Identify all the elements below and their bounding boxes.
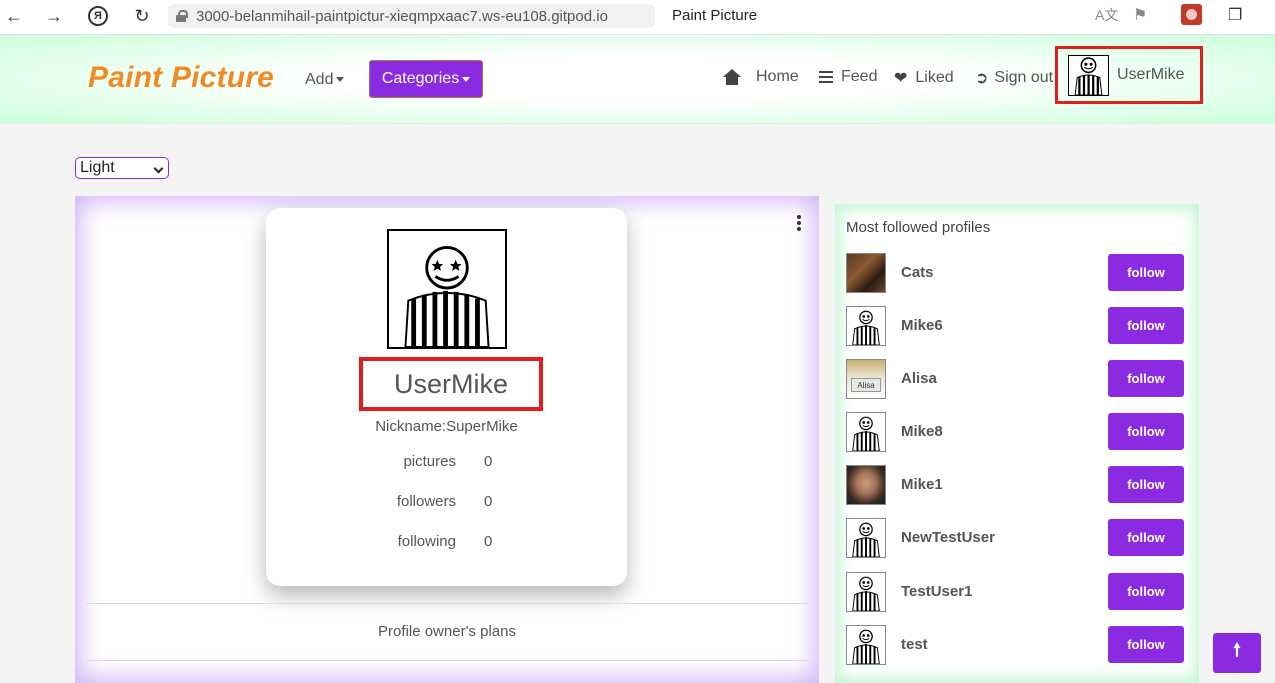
follow-button[interactable]: follow xyxy=(1108,413,1184,450)
sidebar-profile-name[interactable]: Mike8 xyxy=(901,423,943,440)
sidebar-profile-row: Mike6 follow xyxy=(846,306,1184,346)
follow-button[interactable]: follow xyxy=(1108,254,1184,291)
nav-user-profile[interactable]: UserMike xyxy=(1055,46,1203,104)
sidebar-profile-name[interactable]: Cats xyxy=(901,264,934,281)
nav-sign-out-label: Sign out xyxy=(994,69,1054,86)
sidebar-profile-row: Mike8 follow xyxy=(846,412,1184,452)
follow-button[interactable]: follow xyxy=(1108,360,1184,397)
cat-photo-avatar[interactable] xyxy=(846,253,886,293)
user-avatar xyxy=(1068,54,1109,96)
lock-icon xyxy=(176,10,188,22)
caret-down-icon xyxy=(336,77,345,83)
site-navbar: Paint Picture Add Categories Home Feed ❤… xyxy=(0,35,1275,124)
url-text: 3000-belanmihail-paintpictur-xieqmpxaac7… xyxy=(196,7,608,25)
nav-liked-label: Liked xyxy=(915,69,954,86)
sidebar-title: Most followed profiles xyxy=(846,219,991,236)
home-icon xyxy=(723,69,741,85)
nav-home-label: Home xyxy=(756,68,799,85)
follow-button[interactable]: follow xyxy=(1108,573,1184,610)
default-avatar[interactable] xyxy=(846,306,886,346)
default-avatar[interactable] xyxy=(846,412,886,452)
back-arrow-icon[interactable]: ← xyxy=(0,2,28,30)
alisa-photo-avatar[interactable]: Alisa xyxy=(846,359,886,399)
stat-label: followers xyxy=(396,493,456,510)
sign-out-icon: ➲ xyxy=(975,70,989,87)
nav-sign-out[interactable]: ➲ Sign out xyxy=(975,68,1053,88)
sidebar-profile-name[interactable]: Mike6 xyxy=(901,317,943,334)
stat-value: 0 xyxy=(484,453,493,470)
alisa-tag: Alisa xyxy=(851,378,881,392)
stat-value: 0 xyxy=(484,533,493,550)
default-avatar[interactable] xyxy=(846,625,886,665)
address-bar[interactable]: 3000-belanmihail-paintpictur-xieqmpxaac7… xyxy=(168,4,655,28)
stat-value: 0 xyxy=(484,493,493,510)
nav-feed[interactable]: Feed xyxy=(819,68,877,86)
brand-logo[interactable]: Paint Picture xyxy=(88,61,274,95)
sidebar-profile-row: NewTestUser follow xyxy=(846,518,1184,558)
scroll-to-top-button[interactable]: 🠕 xyxy=(1213,633,1261,673)
add-label: Add xyxy=(305,71,334,88)
sidebar-profile-name[interactable]: test xyxy=(901,636,928,653)
profile-nickname: Nickname:SuperMike xyxy=(375,418,518,435)
categories-dropdown-button[interactable]: Categories xyxy=(369,60,483,98)
follow-button[interactable]: follow xyxy=(1108,626,1184,663)
default-avatar[interactable] xyxy=(846,518,886,558)
sidebar-profile-name[interactable]: Alisa xyxy=(901,370,937,387)
nav-home[interactable]: Home xyxy=(723,68,799,86)
sidebar-profile-name[interactable]: TestUser1 xyxy=(901,583,972,600)
profile-card: UserMike Nickname:SuperMike pictures 0 f… xyxy=(266,208,627,586)
divider xyxy=(86,660,808,661)
profile-panel: UserMike Nickname:SuperMike pictures 0 f… xyxy=(75,196,819,683)
follow-button[interactable]: follow xyxy=(1108,466,1184,503)
collections-icon[interactable]: ❐ xyxy=(1228,5,1242,25)
most-followed-sidebar: Most followed profiles Cats follow Mike6 fo… xyxy=(835,204,1199,683)
profile-plans-label: Profile owner's plans xyxy=(378,623,516,640)
profile-avatar xyxy=(387,229,507,349)
sidebar-profile-row: Cats follow xyxy=(846,253,1184,293)
nav-username: UserMike xyxy=(1117,66,1185,83)
nav-liked[interactable]: ❤ Liked xyxy=(894,68,954,88)
yandex-icon[interactable]: Я xyxy=(84,2,112,30)
add-dropdown[interactable]: Add xyxy=(305,71,345,89)
sidebar-profile-name[interactable]: Mike1 xyxy=(901,476,943,493)
caret-down-icon xyxy=(462,76,471,82)
follow-button[interactable]: follow xyxy=(1108,307,1184,344)
divider xyxy=(86,603,808,604)
follow-button[interactable]: follow xyxy=(1108,519,1184,556)
browser-toolbar: ← → Я ↻ 3000-belanmihail-paintpictur-xie… xyxy=(0,0,1275,35)
extension-icon[interactable] xyxy=(1181,4,1202,25)
sidebar-profile-row: Alisa Alisa follow xyxy=(846,359,1184,399)
sidebar-profile-row: TestUser1 follow xyxy=(846,572,1184,612)
chevron-down-icon xyxy=(153,163,164,174)
forward-arrow-icon[interactable]: → xyxy=(40,2,68,30)
stat-label: pictures xyxy=(403,453,456,470)
categories-label: Categories xyxy=(381,70,460,87)
sidebar-profile-row: Mike1 follow xyxy=(846,465,1184,505)
theme-select-value: Light xyxy=(80,159,115,176)
reload-icon[interactable]: ↻ xyxy=(128,2,156,30)
sidebar-profile-row: test follow xyxy=(846,625,1184,665)
default-avatar[interactable] xyxy=(846,572,886,612)
nav-feed-label: Feed xyxy=(841,68,878,85)
stat-label: following xyxy=(397,533,456,550)
page-title: Paint Picture xyxy=(672,7,758,24)
translate-icon[interactable]: A文 xyxy=(1095,5,1118,25)
theme-select[interactable]: Light xyxy=(75,157,169,179)
profile-name: UserMike xyxy=(393,368,508,399)
more-options-icon[interactable] xyxy=(797,215,801,233)
bars-icon xyxy=(819,71,833,83)
profile-name-box: UserMike xyxy=(359,357,543,411)
bookmark-icon[interactable]: ⚑ xyxy=(1133,5,1147,25)
sidebar-profile-name[interactable]: NewTestUser xyxy=(901,529,995,546)
heart-icon: ❤ xyxy=(894,70,908,87)
arrow-up-icon: 🠕 xyxy=(1233,640,1241,660)
face-photo-avatar[interactable] xyxy=(846,465,886,505)
